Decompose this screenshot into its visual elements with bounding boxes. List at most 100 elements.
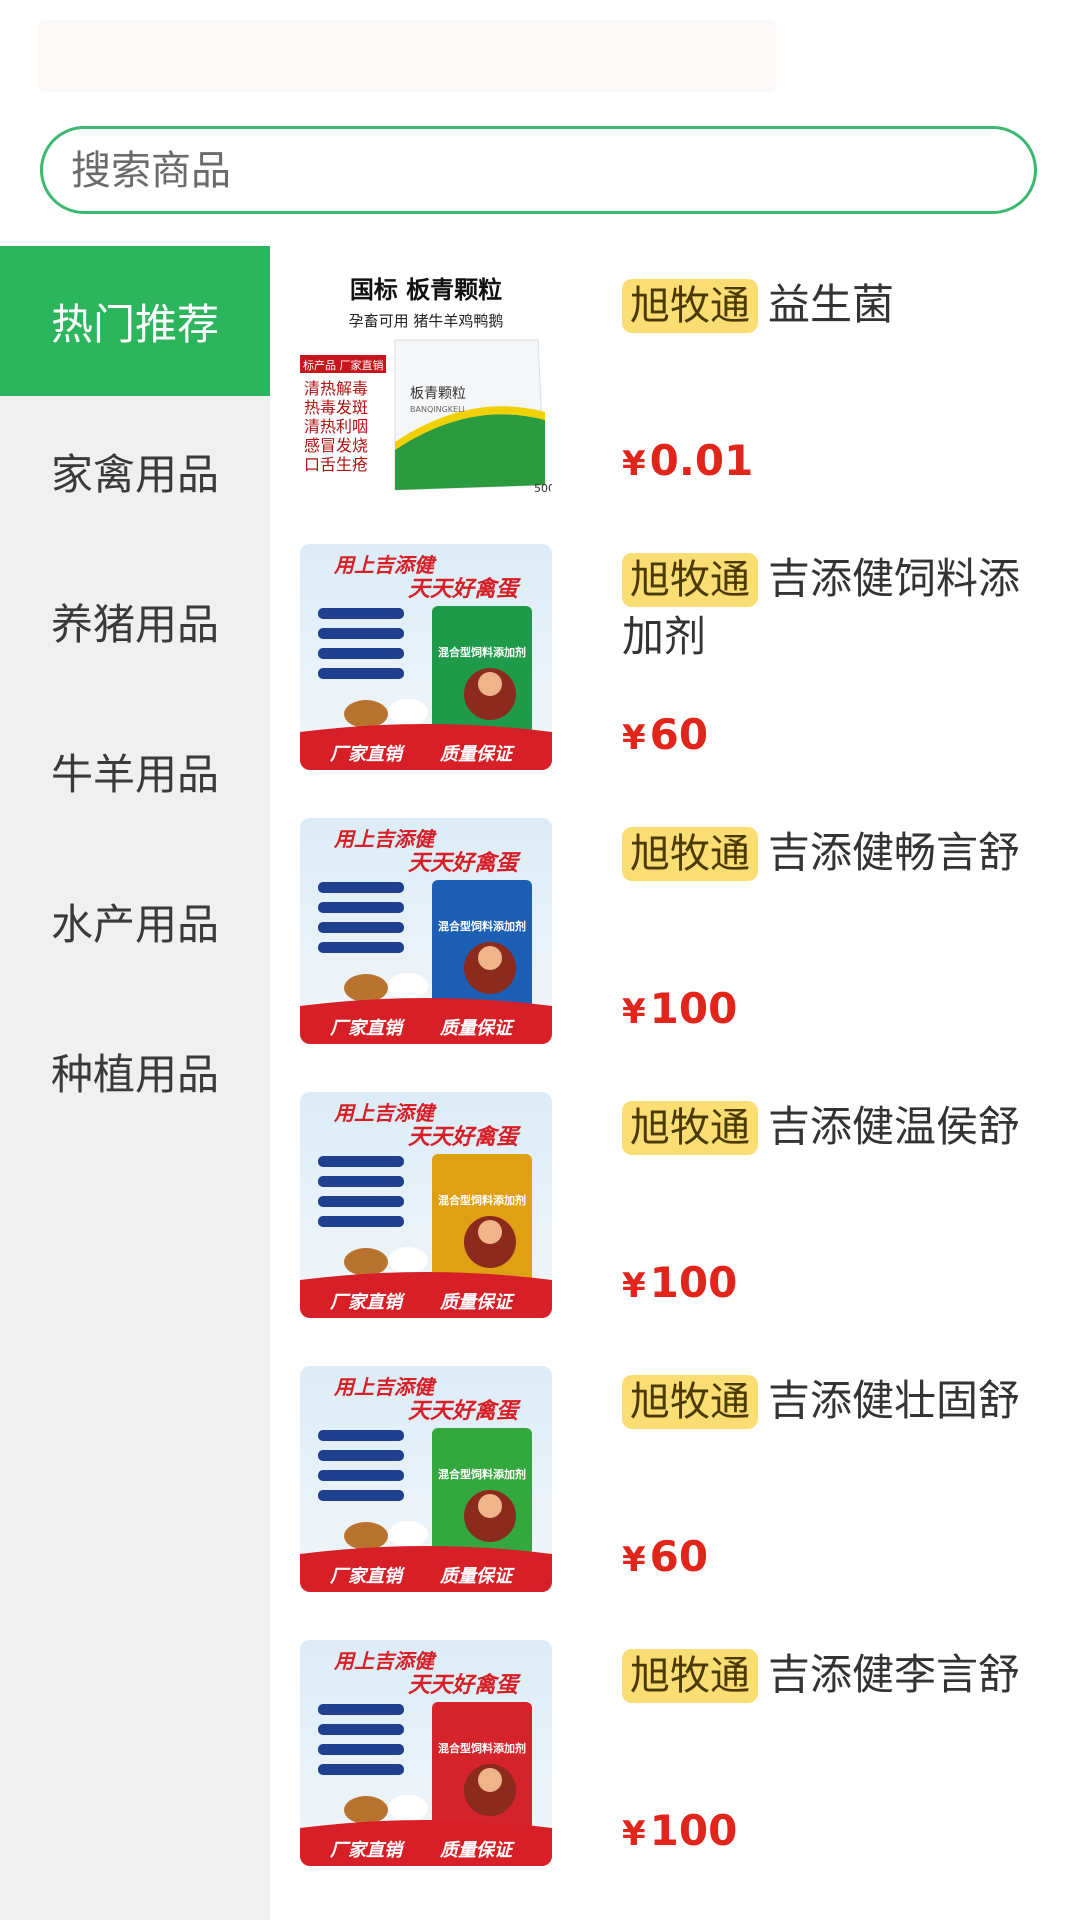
category-item[interactable]: 水产用品 (0, 846, 270, 996)
image-slogan: 天天好禽蛋 (408, 850, 522, 876)
image-slogan: 用上吉添健 (333, 553, 437, 577)
product-thumbnail[interactable]: 用上吉添健 天天好禽蛋 混合型饲料添加剂 厂家直销 质量保证 (300, 1092, 552, 1318)
product-card[interactable]: 用上吉添健 天天好禽蛋 混合型饲料添加剂 厂家直销 质量保证 旭牧通 吉添健温侯舒… (300, 1068, 1080, 1318)
product-price: ¥60 (622, 1532, 708, 1581)
currency-symbol: ¥ (622, 1814, 646, 1854)
product-title[interactable]: 旭牧通 吉添健温侯舒 (622, 1098, 1052, 1156)
product-thumbnail[interactable]: 用上吉添健 天天好禽蛋 混合型饲料添加剂 厂家直销 质量保证 (300, 1366, 552, 1592)
feature-text: 清热解毒 (304, 379, 368, 398)
image-slogan: 用上吉添健 (333, 827, 437, 851)
category-item[interactable]: 家禽用品 (0, 396, 270, 546)
product-name: 吉添健畅言舒 (768, 828, 1021, 877)
product-image: 用上吉添健 天天好禽蛋 混合型饲料添加剂 厂家直销 质量保证 (300, 1640, 552, 1866)
top-banner-placeholder (38, 20, 776, 92)
brand-tag: 旭牧通 (622, 1101, 758, 1155)
image-slogan: 用上吉添健 (333, 1375, 437, 1399)
product-info: 旭牧通 吉添健畅言舒 (622, 824, 1052, 882)
product-price: ¥60 (622, 710, 708, 759)
bag-label: 混合型饲料添加剂 (438, 1467, 526, 1481)
product-name: 吉添健温侯舒 (768, 1102, 1021, 1151)
product-info: 旭牧通 吉添健壮固舒 (622, 1372, 1052, 1430)
image-footer: 厂家直销 (329, 1566, 406, 1587)
product-title[interactable]: 旭牧通 益生菌 (622, 276, 1052, 334)
bag-label: 板青颗粒 (410, 386, 466, 402)
product-image: 用上吉添健 天天好禽蛋 混合型饲料添加剂 厂家直销 质量保证 (300, 1366, 552, 1592)
product-price: ¥100 (622, 1258, 737, 1307)
brand-tag: 旭牧通 (622, 279, 758, 333)
search-input[interactable] (69, 129, 973, 213)
price-value: 100 (649, 984, 738, 1033)
product-thumbnail[interactable]: 用上吉添健 天天好禽蛋 混合型饲料添加剂 厂家直销 质量保证 (300, 544, 552, 770)
product-info: 旭牧通 吉添健李言舒 (622, 1646, 1052, 1704)
image-slogan: 天天好禽蛋 (408, 576, 522, 602)
bag-sub: BANQINGKELI (410, 405, 465, 414)
image-slogan: 天天好禽蛋 (408, 1672, 522, 1698)
image-footer: 质量保证 (439, 1292, 515, 1313)
category-item[interactable]: 种植用品 (0, 996, 270, 1146)
currency-symbol: ¥ (622, 718, 646, 758)
product-title[interactable]: 旭牧通 吉添健李言舒 (622, 1646, 1052, 1704)
image-slogan: 用上吉添健 (333, 1649, 437, 1673)
product-card[interactable]: 用上吉添健 天天好禽蛋 混合型饲料添加剂 厂家直销 质量保证 旭牧通 吉添健壮固舒… (300, 1342, 1080, 1592)
product-thumbnail[interactable]: 国标 板青颗粒 孕畜可用 猪牛羊鸡鸭鹅 标产品 厂家直销 清热解毒 热毒发斑 清热利… (300, 270, 552, 496)
category-label: 种植用品 (50, 1049, 219, 1099)
product-image: 用上吉添健 天天好禽蛋 混合型饲料添加剂 厂家直销 质量保证 (300, 1092, 552, 1318)
product-thumbnail[interactable]: 用上吉添健 天天好禽蛋 混合型饲料添加剂 厂家直销 质量保证 (300, 1640, 552, 1866)
product-name: 益生菌 (768, 280, 895, 329)
product-image: 用上吉添健 天天好禽蛋 混合型饲料添加剂 厂家直销 质量保证 (300, 544, 552, 770)
brand-tag: 旭牧通 (622, 1649, 758, 1703)
feature-text: 热毒发斑 (304, 398, 368, 417)
product-title[interactable]: 旭牧通 吉添健饲料添加剂 (622, 550, 1052, 666)
currency-symbol: ¥ (622, 444, 646, 484)
product-price: ¥0.01 (622, 436, 753, 485)
category-label: 热门推荐 (50, 299, 219, 349)
brand-tag: 旭牧通 (622, 827, 758, 881)
image-header: 国标 板青颗粒 (350, 276, 502, 304)
category-item[interactable]: 牛羊用品 (0, 696, 270, 846)
image-footer: 质量保证 (439, 1018, 515, 1039)
image-slogan: 天天好禽蛋 (408, 1398, 522, 1424)
product-card[interactable]: 用上吉添健 天天好禽蛋 混合型饲料添加剂 厂家直销 质量保证 旭牧通 吉添健畅言舒… (300, 794, 1080, 1044)
product-info: 旭牧通 吉添健温侯舒 (622, 1098, 1052, 1156)
brand-tag: 旭牧通 (622, 1375, 758, 1429)
product-price: ¥100 (622, 1806, 737, 1855)
price-value: 100 (649, 1258, 738, 1307)
product-card[interactable]: 用上吉添健 天天好禽蛋 混合型饲料添加剂 厂家直销 质量保证 旭牧通 吉添健李言舒… (300, 1616, 1080, 1866)
feature-text: 感冒发烧 (304, 436, 368, 455)
bag-label: 混合型饲料添加剂 (438, 645, 526, 659)
bag-weight: 500 (534, 482, 552, 495)
search-bar[interactable] (40, 126, 1037, 214)
category-label: 家禽用品 (50, 449, 219, 499)
image-footer: 厂家直销 (329, 744, 406, 765)
category-item[interactable]: 养猪用品 (0, 546, 270, 696)
feature-text: 清热利咽 (304, 417, 368, 436)
product-info: 旭牧通 吉添健饲料添加剂 (622, 550, 1052, 666)
currency-symbol: ¥ (622, 992, 646, 1032)
product-card[interactable]: 用上吉添健 天天好禽蛋 混合型饲料添加剂 厂家直销 质量保证 旭牧通 吉添健饲料添… (300, 520, 1080, 770)
currency-symbol: ¥ (622, 1266, 646, 1306)
image-footer: 质量保证 (439, 1840, 515, 1861)
image-footer: 质量保证 (439, 1566, 515, 1587)
product-info: 旭牧通 益生菌 (622, 276, 1052, 334)
bag-label: 混合型饲料添加剂 (438, 1741, 526, 1755)
price-value: 0.01 (649, 436, 754, 485)
product-image: 用上吉添健 天天好禽蛋 混合型饲料添加剂 厂家直销 质量保证 (300, 818, 552, 1044)
product-image: 国标 板青颗粒 孕畜可用 猪牛羊鸡鸭鹅 标产品 厂家直销 清热解毒热毒发斑清热利… (300, 270, 552, 496)
brand-tag: 旭牧通 (622, 553, 758, 607)
image-subheader: 孕畜可用 猪牛羊鸡鸭鹅 (349, 312, 504, 330)
category-sidebar: 热门推荐家禽用品养猪用品牛羊用品 水产用品种植用品 (0, 246, 270, 1920)
bag-label: 混合型饲料添加剂 (438, 919, 526, 933)
product-name: 吉添健李言舒 (768, 1650, 1021, 1699)
category-label: 养猪用品 (50, 599, 219, 649)
price-value: 60 (649, 1532, 709, 1581)
image-footer: 质量保证 (439, 744, 515, 765)
product-name: 吉添健壮固舒 (768, 1376, 1021, 1425)
product-thumbnail[interactable]: 用上吉添健 天天好禽蛋 混合型饲料添加剂 厂家直销 质量保证 (300, 818, 552, 1044)
bag-label: 混合型饲料添加剂 (438, 1193, 526, 1207)
price-value: 60 (649, 710, 709, 759)
category-item[interactable]: 热门推荐 (0, 246, 270, 396)
product-title[interactable]: 旭牧通 吉添健壮固舒 (622, 1372, 1052, 1430)
product-card[interactable]: 国标 板青颗粒 孕畜可用 猪牛羊鸡鸭鹅 标产品 厂家直销 清热解毒 热毒发斑 清热利… (300, 246, 1080, 496)
feature-text: 口舌生疮 (304, 455, 368, 474)
product-title[interactable]: 旭牧通 吉添健畅言舒 (622, 824, 1052, 882)
